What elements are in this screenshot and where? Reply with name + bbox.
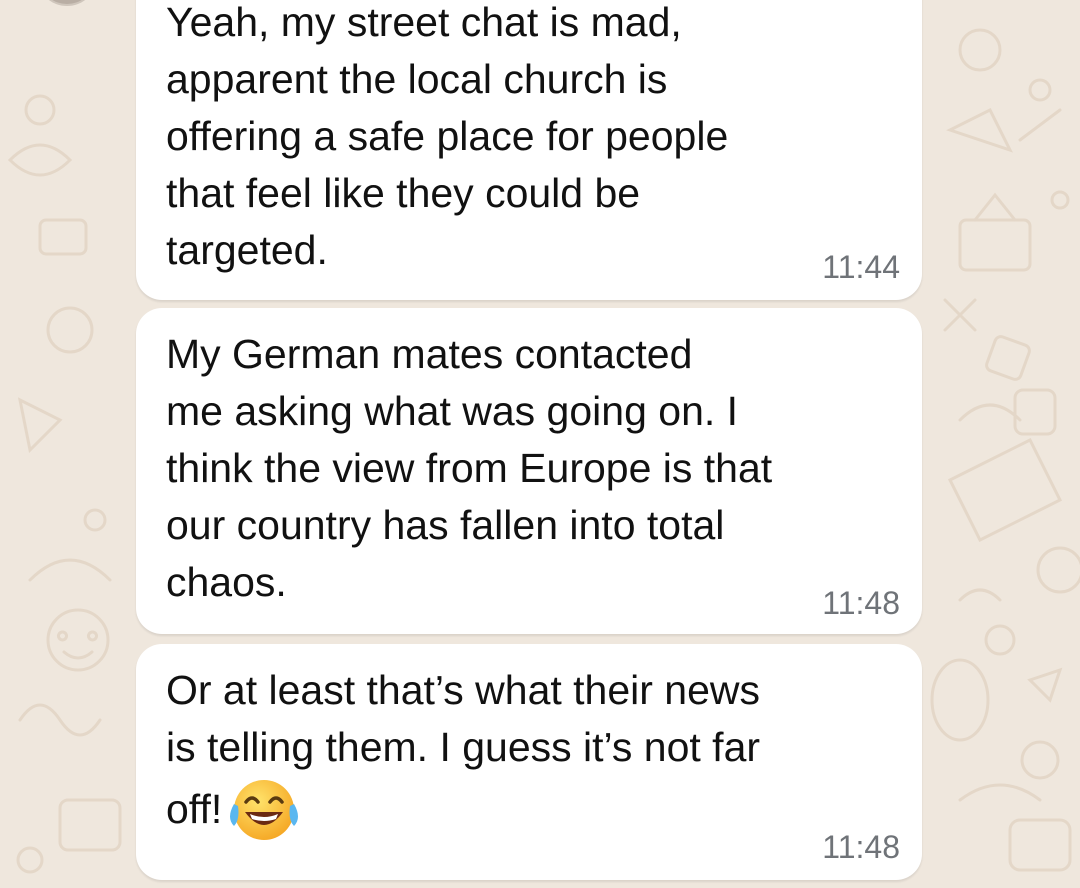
message-timestamp: 11:48 (822, 585, 900, 621)
message-bubble[interactable]: Or at least that’s what their news is te… (136, 644, 922, 880)
message-text: Yeah, my street chat is mad, apparent th… (166, 0, 729, 273)
message-text: Or at least that’s what their news is te… (166, 644, 922, 848)
message-bubble[interactable]: My German mates contacted me asking what… (136, 308, 922, 634)
message-bubble[interactable]: Yeah, my street chat is mad, apparent th… (136, 0, 922, 300)
message-timestamp: 11:48 (822, 829, 900, 865)
message-timestamp: 11:44 (822, 249, 900, 285)
message-text: My German mates contacted me asking what… (166, 331, 773, 605)
face-with-tears-of-joy-icon (230, 780, 299, 840)
